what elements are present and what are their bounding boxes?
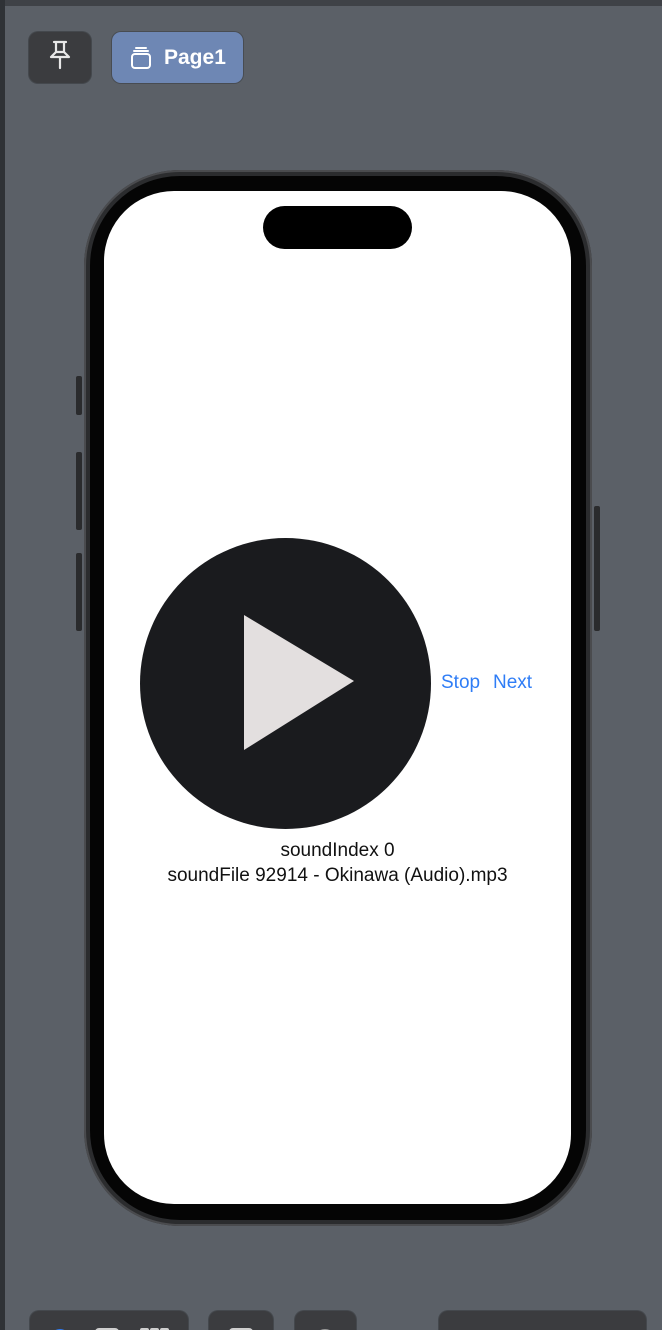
play-icon — [244, 615, 354, 750]
device-screen: Stop Next soundIndex 0 soundFile 92914 -… — [104, 191, 571, 1204]
volume-up-button — [76, 452, 82, 530]
sound-index-text: soundIndex 0 — [280, 840, 395, 861]
page-label: Page1 — [164, 45, 226, 69]
zoom-100-icon[interactable] — [503, 1325, 527, 1330]
pin-icon — [47, 40, 73, 75]
variants-icon[interactable] — [95, 1325, 119, 1330]
editor-divider[interactable] — [0, 0, 5, 1330]
dynamic-island — [263, 206, 412, 249]
action-button — [76, 376, 82, 415]
grid-icon[interactable] — [140, 1325, 170, 1330]
settings-icon[interactable] — [313, 1325, 337, 1330]
sound-file-text: soundFile 92914 - Okinawa (Audio).mp3 — [167, 865, 508, 886]
volume-down-button — [76, 553, 82, 631]
zoom-in-icon[interactable] — [598, 1325, 622, 1330]
xcode-canvas: Page1 Stop Next soundIndex 0 soundFile 9… — [0, 0, 662, 1330]
pin-preview-button[interactable] — [29, 32, 91, 83]
zoom-fit-icon[interactable] — [551, 1325, 575, 1330]
preview-page-button[interactable]: Page1 — [112, 32, 243, 83]
zoom-out-icon[interactable] — [455, 1325, 479, 1330]
live-mode-icon[interactable] — [48, 1325, 72, 1330]
play-button[interactable] — [140, 538, 431, 829]
side-button — [594, 506, 600, 631]
window-top-edge — [0, 0, 662, 6]
next-button[interactable]: Next — [493, 672, 532, 694]
stop-button[interactable]: Stop — [441, 672, 480, 694]
device-icon[interactable] — [229, 1325, 253, 1330]
pages-stack-icon — [128, 45, 154, 71]
